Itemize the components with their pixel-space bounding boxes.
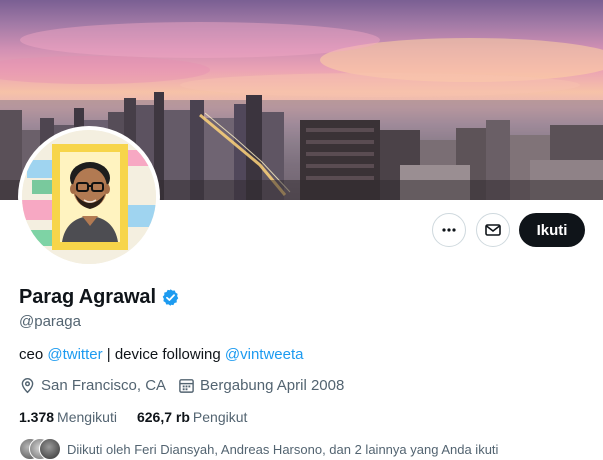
bio-text-prefix: ceo: [19, 346, 48, 363]
verified-badge-icon[interactable]: [161, 288, 180, 307]
joined-text: Bergabung April 2008: [200, 377, 345, 394]
profile-meta: San Francisco, CA Bergabung April 2008: [19, 377, 356, 394]
profile-bio: ceo @twitter | device following @vintwee…: [19, 346, 304, 363]
profile-name-row: Parag Agrawal: [19, 286, 180, 309]
location-item: San Francisco, CA: [19, 377, 166, 394]
location-text: San Francisco, CA: [41, 377, 167, 394]
mail-icon: [485, 224, 501, 236]
profile-page: Ikuti Parag Agrawal @paraga ceo @twitter…: [0, 0, 603, 460]
profile-avatar[interactable]: [18, 126, 160, 268]
calendar-icon: [179, 379, 194, 393]
display-name: Parag Agrawal: [19, 286, 156, 308]
profile-stats: 1.378 Mengikuti 626,7 rb Pengikut: [19, 409, 267, 425]
more-options-button[interactable]: [432, 213, 466, 247]
bio-mention-vintweeta[interactable]: @vintweeta: [225, 346, 304, 363]
avatar-image: [22, 130, 156, 264]
following-label: Mengikuti: [57, 409, 117, 425]
following-stat[interactable]: 1.378 Mengikuti: [19, 409, 117, 425]
joined-item: Bergabung April 2008: [178, 377, 344, 394]
location-pin-icon: [21, 377, 34, 394]
message-button[interactable]: [476, 213, 510, 247]
bio-mention-twitter[interactable]: @twitter: [47, 346, 102, 363]
more-icon: [442, 228, 456, 232]
followers-label: Pengikut: [192, 409, 248, 425]
followed-by-avatars: [19, 438, 63, 460]
followed-by-text: Diikuti oleh Feri Diansyah, Andreas Hars…: [67, 441, 499, 457]
mutual-avatar: [39, 438, 61, 460]
followed-by-row[interactable]: Diikuti oleh Feri Diansyah, Andreas Hars…: [19, 438, 498, 460]
profile-handle: @paraga: [19, 313, 81, 330]
followers-stat[interactable]: 626,7 rb Pengikut: [137, 409, 247, 425]
following-count: 1.378: [19, 409, 55, 425]
followers-count: 626,7 rb: [136, 409, 190, 425]
bio-text-middle: | device following: [102, 346, 225, 363]
follow-button[interactable]: Ikuti: [519, 213, 585, 247]
